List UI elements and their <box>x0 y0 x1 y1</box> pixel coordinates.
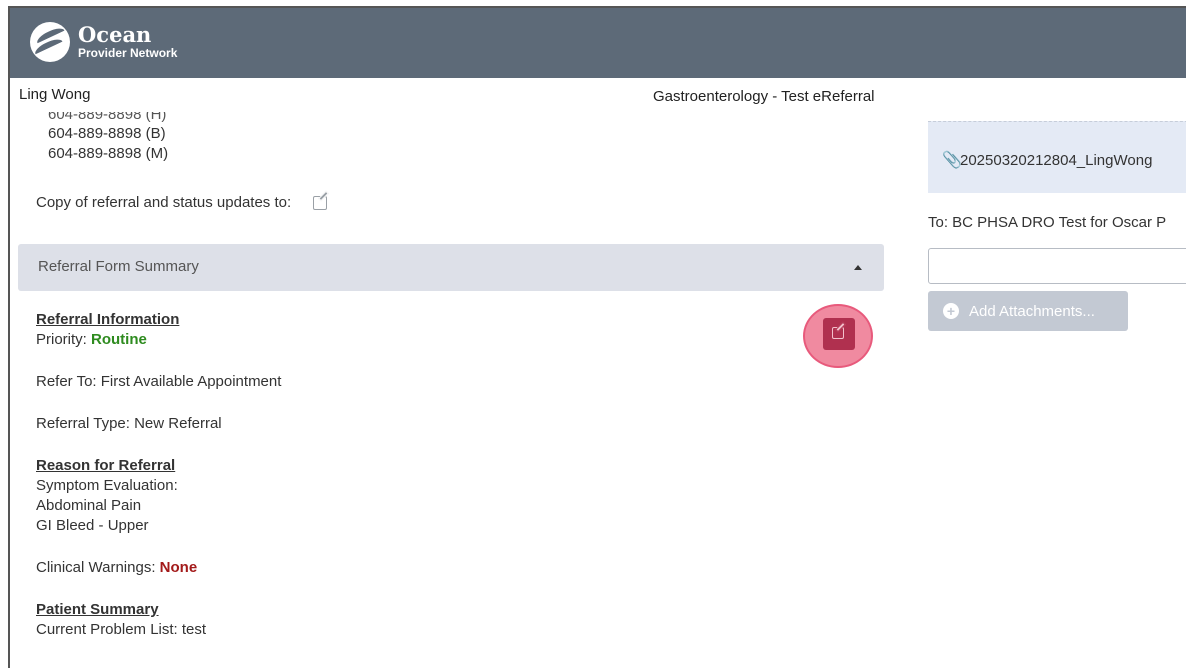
top-navigation-bar: Ocean Provider Network <box>10 8 1186 78</box>
edit-icon[interactable] <box>313 195 328 210</box>
brand-subtitle: Provider Network <box>78 46 178 60</box>
referral-type: Referral Type: New Referral <box>36 415 222 432</box>
phone-number-mobile: 604-889-8898 (M) <box>48 145 169 162</box>
edit-referral-info-button[interactable] <box>823 318 855 350</box>
phone-number-home: 604-889-8898 (H) <box>48 112 167 123</box>
summary-title: Referral Form Summary <box>38 258 199 275</box>
referral-information-heading: Referral Information <box>36 311 180 328</box>
attachment-filename[interactable]: 20250320212804_LingWong <box>960 152 1152 169</box>
plus-circle-icon: + <box>943 303 959 319</box>
reason-line: Symptom Evaluation: <box>36 477 178 494</box>
refer-to: Refer To: First Available Appointment <box>36 373 282 390</box>
copy-referral-label: Copy of referral and status updates to: <box>36 194 292 211</box>
current-problem-list: Current Problem List: test <box>36 621 207 638</box>
priority-row: Priority: Routine <box>36 331 147 348</box>
edit-icon <box>832 327 844 339</box>
add-attachments-button[interactable]: + Add Attachments... <box>928 291 1128 331</box>
app-window: Ocean Provider Network Ling Wong Gastroe… <box>8 6 1186 668</box>
patient-summary-heading: Patient Summary <box>36 601 159 618</box>
caret-up-icon[interactable] <box>854 265 862 270</box>
add-attachments-label: Add Attachments... <box>969 302 1095 320</box>
ocean-logo[interactable]: Ocean Provider Network <box>30 22 177 62</box>
recipient-line: To: BC PHSA DRO Test for Oscar P <box>928 214 1167 231</box>
ocean-wave-icon <box>30 22 70 62</box>
referral-summary-content: Referral Information Priority: Routine R… <box>36 310 281 640</box>
referral-form-summary-header[interactable]: Referral Form Summary <box>18 244 884 291</box>
message-input[interactable] <box>928 248 1186 284</box>
paperclip-icon: 📎 <box>942 152 962 169</box>
priority-value: Routine <box>91 331 147 348</box>
form-title: Gastroenterology - Test eReferral <box>653 88 875 105</box>
clinical-warnings-row: Clinical Warnings: None <box>36 559 198 576</box>
reason-line: GI Bleed - Upper <box>36 517 149 534</box>
brand-title: Ocean <box>78 22 152 47</box>
clinical-warnings-value: None <box>159 559 198 576</box>
copy-referral-row: Copy of referral and status updates to: <box>36 194 328 211</box>
reason-line: Abdominal Pain <box>36 497 142 514</box>
attachment-item[interactable]: 📎 20250320212804_LingWong <box>928 121 1186 193</box>
reason-for-referral-heading: Reason for Referral <box>36 457 176 474</box>
phone-list: 604-889-8898 (H) 604-889-8898 (B) 604-88… <box>48 112 168 164</box>
patient-name: Ling Wong <box>19 86 91 103</box>
phone-number-business: 604-889-8898 (B) <box>48 125 166 142</box>
